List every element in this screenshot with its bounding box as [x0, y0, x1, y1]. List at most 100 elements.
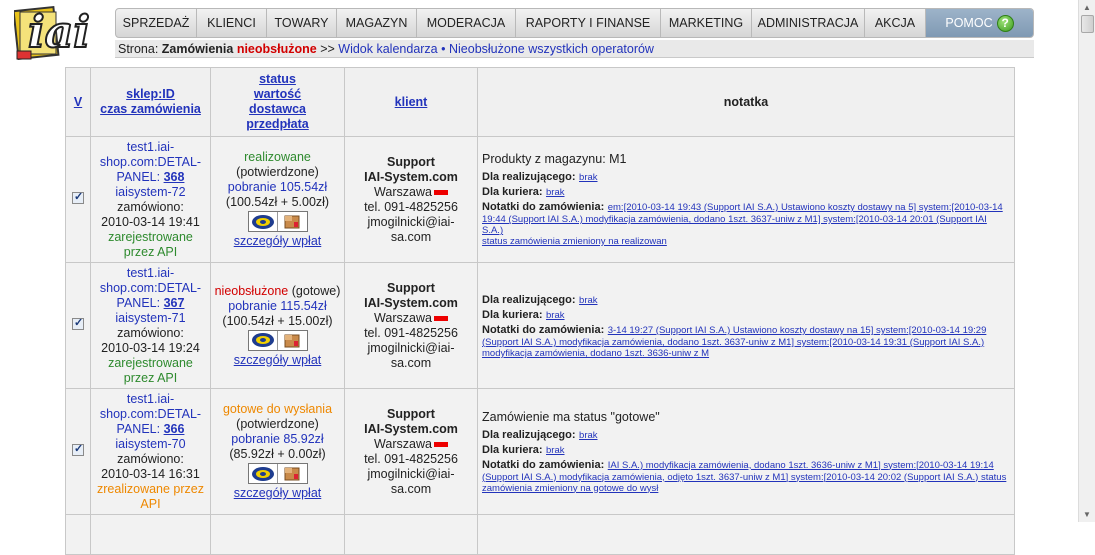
- shop-cell: test1.iai- shop.com:DETAL- PANEL: 368 ia…: [90, 136, 211, 263]
- order-date: 2010-03-14 19:24: [101, 340, 200, 355]
- menu-akcja[interactable]: AKCJA: [865, 9, 926, 37]
- delivery-icons: [247, 463, 308, 484]
- courier-badge-icon[interactable]: [249, 212, 278, 231]
- client-email: jmogilnicki@iai-: [367, 340, 455, 355]
- vertical-scrollbar[interactable]: ▲ ▼: [1078, 0, 1095, 522]
- registered-via: API: [140, 496, 161, 511]
- sort-v-link[interactable]: V: [74, 95, 82, 109]
- order-link[interactable]: test1.iai- shop.com:DETAL- PANEL: 368 ia…: [100, 140, 201, 199]
- sort-status-link[interactable]: status wartość dostawca przedpłata: [246, 72, 309, 131]
- breadcrumb-page: Zamówienia: [161, 42, 234, 56]
- order-link[interactable]: test1.iai- shop.com:DETAL- PANEL: 366 ia…: [100, 392, 201, 451]
- menu-pomoc[interactable]: POMOC ?: [926, 9, 1033, 37]
- iai-logo[interactable]: iai: [12, 3, 108, 61]
- flag-icon: [433, 189, 448, 195]
- realizer-note-link[interactable]: brak: [579, 172, 597, 183]
- shop-name: shop.com:DETAL-: [99, 154, 202, 169]
- main-menu: SPRZEDAŻ KLIENCI TOWARY MAGAZYN MODERACJ…: [115, 8, 1034, 38]
- order-notes-link[interactable]: 19:44 (Support IAI S.A.) modyfikacja zam…: [482, 214, 1010, 236]
- order-notes-link[interactable]: 3-14 19:27 (Support IAI S.A.) Ustawiono …: [608, 325, 987, 336]
- breadcrumb-separator: >>: [320, 42, 335, 56]
- shop-name: test1.iai-: [126, 139, 175, 154]
- order-value: (100.54zł + 15.00zł): [222, 313, 333, 328]
- scroll-down-icon[interactable]: ▼: [1083, 510, 1091, 519]
- order-notes-link[interactable]: status zamówienia zmieniony na realizowa…: [482, 236, 1010, 247]
- order-link[interactable]: test1.iai- shop.com:DETAL- PANEL: 367 ia…: [100, 266, 201, 325]
- system-id: iaisystem-70: [115, 436, 186, 451]
- table-row: test1.iai- shop.com:DETAL- PANEL: 367 ia…: [65, 262, 1015, 389]
- shop-panel: PANEL:: [116, 295, 161, 310]
- shop-cell: [90, 514, 211, 555]
- courier-badge-icon[interactable]: [249, 464, 278, 483]
- menu-moderacja[interactable]: MODERACJA: [417, 9, 516, 37]
- courier-note-link[interactable]: brak: [546, 187, 564, 198]
- payment-details-link[interactable]: szczegóły wpłat: [234, 353, 322, 367]
- select-cell: [65, 388, 91, 515]
- ordered-label: zamówiono:: [117, 199, 184, 214]
- sort-shop-link[interactable]: sklep:ID czas zamówienia: [100, 87, 201, 116]
- payment-details-link[interactable]: szczegóły wpłat: [234, 486, 322, 500]
- client-name: Support: [387, 280, 435, 295]
- realizer-note-link[interactable]: brak: [579, 295, 597, 306]
- payment-method: pobranie 105.54zł: [227, 180, 328, 194]
- order-notes-link[interactable]: (Support IAI S.A.) modyfikacja zamówieni…: [482, 337, 1010, 348]
- select-checkbox[interactable]: [72, 190, 84, 205]
- client-cell: Support IAI-System.com Warszawa tel. 091…: [344, 136, 478, 263]
- registered-via: zarejestrowane: [108, 229, 193, 244]
- order-notes-link[interactable]: modyfikacja zamówienia, dodano 1szt. 363…: [482, 348, 1010, 359]
- courier-note-link[interactable]: brak: [546, 310, 564, 321]
- shop-panel: PANEL:: [116, 421, 161, 436]
- header-status-l3: dostawca: [249, 102, 306, 116]
- client-cell: Support IAI-System.com Warszawa tel. 091…: [344, 262, 478, 389]
- menu-magazyn[interactable]: MAGAZYN: [337, 9, 417, 37]
- menu-administracja[interactable]: ADMINISTRACJA: [752, 9, 865, 37]
- order-notes-link[interactable]: zamówienia zmieniony na gotowe do wysł: [482, 483, 1010, 494]
- status-cell: gotowe do wysłania (potwierdzone) pobran…: [210, 388, 345, 515]
- all-operators-link[interactable]: Nieobsłużone wszystkich operatorów: [449, 42, 654, 56]
- client-name: Support: [387, 406, 435, 421]
- select-checkbox[interactable]: [72, 442, 84, 457]
- client-email: jmogilnicki@iai-: [367, 214, 455, 229]
- realizer-note-link[interactable]: brak: [579, 430, 597, 441]
- note-text: Zamówienie ma status "gotowe": [482, 409, 660, 424]
- client-city: Warszawa: [374, 436, 432, 451]
- select-checkbox[interactable]: [72, 316, 84, 331]
- courier-badge-icon[interactable]: [249, 330, 278, 350]
- parcel-icon[interactable]: [278, 464, 307, 483]
- shop-panel: PANEL:: [116, 169, 161, 184]
- menu-marketing[interactable]: MARKETING: [661, 9, 752, 37]
- header-client: klient: [344, 67, 478, 137]
- order-notes-link[interactable]: em:[2010-03-14 19:43 (Support IAI S.A.) …: [608, 202, 1003, 213]
- parcel-icon[interactable]: [278, 212, 307, 231]
- header-v: V: [65, 67, 91, 137]
- order-date: 2010-03-14 19:41: [101, 214, 200, 229]
- realizer-label: Dla realizującego:: [482, 428, 576, 441]
- order-notes-link[interactable]: (Support IAI S.A.) modyfikacja zamówieni…: [482, 472, 1010, 483]
- note-text: Produkty z magazynu: M1: [482, 152, 627, 166]
- client-email: jmogilnicki@iai-: [367, 466, 455, 481]
- table-row: test1.iai- shop.com:DETAL- PANEL: 366 ia…: [65, 388, 1015, 515]
- ordered-label: zamówiono:: [117, 325, 184, 340]
- client-email: sa.com: [390, 229, 432, 244]
- sort-client-link[interactable]: klient: [395, 95, 428, 109]
- order-notes-label: Notatki do zamówienia:: [482, 201, 605, 213]
- header-status-l1: status: [259, 72, 296, 86]
- menu-towary[interactable]: TOWARY: [267, 9, 337, 37]
- menu-klienci[interactable]: KLIENCI: [197, 9, 267, 37]
- order-id: 366: [163, 421, 185, 436]
- courier-note-link[interactable]: brak: [546, 445, 564, 456]
- scroll-up-icon[interactable]: ▲: [1083, 3, 1091, 12]
- payment-details-link[interactable]: szczegóły wpłat: [234, 234, 322, 248]
- client-cell: Support IAI-System.com Warszawa tel. 091…: [344, 388, 478, 515]
- order-id: 367: [163, 295, 185, 310]
- breadcrumb: Strona: Zamówienia nieobsłużone >> Widok…: [115, 40, 1034, 58]
- registered-via: przez API: [123, 244, 178, 259]
- menu-sprzedaz[interactable]: SPRZEDAŻ: [116, 9, 197, 37]
- breadcrumb-dot: •: [441, 42, 446, 56]
- scroll-thumb[interactable]: [1081, 15, 1094, 33]
- parcel-icon[interactable]: [278, 331, 307, 350]
- breadcrumb-status: nieobsłużone: [236, 42, 317, 56]
- menu-raporty-i-finanse[interactable]: RAPORTY I FINANSE: [516, 9, 661, 37]
- calendar-view-link[interactable]: Widok kalendarza: [338, 42, 437, 56]
- order-notes-link[interactable]: IAI S.A.) modyfikacja zamówienia, dodano…: [608, 460, 994, 471]
